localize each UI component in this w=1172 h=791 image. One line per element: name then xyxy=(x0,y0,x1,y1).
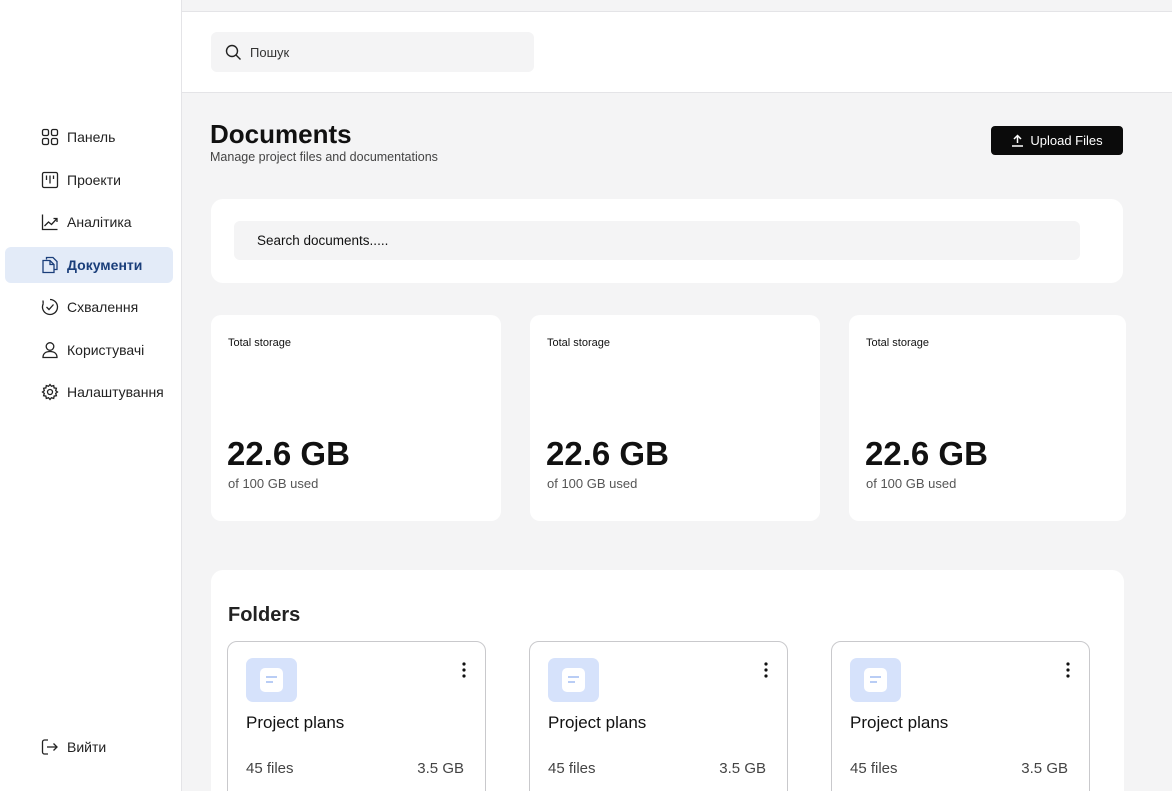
global-search-input[interactable] xyxy=(250,44,500,60)
more-vertical-icon[interactable] xyxy=(758,660,774,680)
folder-card[interactable]: Project plans 45 files 3.5 GB xyxy=(529,641,788,791)
folder-file-icon xyxy=(548,658,599,702)
sidebar-item-projects[interactable]: Проекти xyxy=(5,162,173,198)
user-icon xyxy=(42,341,58,358)
folders-panel: Folders Project plans 45 files 3.5 GB Pr… xyxy=(211,570,1124,791)
upload-icon xyxy=(1012,134,1024,147)
documents-icon xyxy=(42,256,58,273)
folders-title: Folders xyxy=(228,604,301,626)
sidebar-item-settings[interactable]: Налаштування xyxy=(5,374,173,410)
folder-card[interactable]: Project plans 45 files 3.5 GB xyxy=(227,641,486,791)
chart-line-icon xyxy=(41,214,58,231)
folder-name: Project plans xyxy=(246,713,345,732)
logout-label: Вийти xyxy=(67,739,107,755)
folder-file-count: 45 files xyxy=(850,760,898,777)
document-search-card xyxy=(211,199,1123,283)
stat-value: 22.6 GB xyxy=(865,435,988,472)
folder-file-count: 45 files xyxy=(548,760,596,777)
logout-button[interactable]: Вийти xyxy=(41,738,106,756)
stat-subtext: of 100 GB used xyxy=(547,476,638,491)
folder-name: Project plans xyxy=(850,713,949,732)
dashboard-icon xyxy=(41,128,59,146)
gear-icon xyxy=(41,383,59,401)
sidebar-item-dashboard[interactable]: Панель xyxy=(5,119,173,155)
folder-size: 3.5 GB xyxy=(1021,760,1068,777)
upload-files-button[interactable]: Upload Files xyxy=(991,126,1123,155)
storage-stat-card: Total storage 22.6 GB of 100 GB used xyxy=(849,315,1126,521)
sidebar-nav: Панель Проекти Аналітика Документи Схвал… xyxy=(5,119,173,417)
stat-value: 22.6 GB xyxy=(546,435,669,472)
approval-icon xyxy=(41,298,59,316)
document-search-input[interactable] xyxy=(234,221,1080,260)
upload-files-label: Upload Files xyxy=(1030,133,1103,148)
stat-label: Total storage xyxy=(547,337,610,349)
logout-icon xyxy=(41,739,58,755)
folder-file-count: 45 files xyxy=(246,760,294,777)
stat-label: Total storage xyxy=(228,337,291,349)
storage-stat-card: Total storage 22.6 GB of 100 GB used xyxy=(530,315,820,521)
folder-size: 3.5 GB xyxy=(417,760,464,777)
kanban-icon xyxy=(41,171,59,188)
sidebar-item-users[interactable]: Користувачі xyxy=(5,332,173,368)
sidebar: Панель Проекти Аналітика Документи Схвал… xyxy=(0,0,182,791)
sidebar-item-label: Налаштування xyxy=(67,384,164,400)
stat-subtext: of 100 GB used xyxy=(866,476,957,491)
sidebar-item-label: Проекти xyxy=(67,171,121,188)
topbar xyxy=(182,11,1172,93)
sidebar-item-label: Аналітика xyxy=(67,214,132,230)
folder-size: 3.5 GB xyxy=(719,760,766,777)
page-subtitle: Manage project files and documentations xyxy=(210,150,438,164)
sidebar-item-label: Користувачі xyxy=(67,341,145,358)
sidebar-item-documents[interactable]: Документи xyxy=(5,246,173,283)
stat-subtext: of 100 GB used xyxy=(228,476,319,491)
search-icon xyxy=(225,44,241,60)
global-search xyxy=(211,32,534,72)
stat-label: Total storage xyxy=(866,337,929,349)
folder-card[interactable]: Project plans 45 files 3.5 GB xyxy=(831,641,1090,791)
more-vertical-icon[interactable] xyxy=(1060,660,1076,680)
page-title: Documents xyxy=(210,119,352,149)
folder-name: Project plans xyxy=(548,713,647,732)
sidebar-item-label: Панель xyxy=(67,129,116,145)
more-vertical-icon[interactable] xyxy=(456,660,472,680)
folder-file-icon xyxy=(246,658,297,702)
sidebar-item-analytics[interactable]: Аналітика xyxy=(5,204,173,240)
sidebar-item-approvals[interactable]: Схвалення xyxy=(5,289,173,325)
stat-value: 22.6 GB xyxy=(227,435,350,472)
storage-stat-card: Total storage 22.6 GB of 100 GB used xyxy=(211,315,501,521)
folder-file-icon xyxy=(850,658,901,702)
sidebar-item-label: Документи xyxy=(67,256,143,273)
sidebar-item-label: Схвалення xyxy=(67,299,139,315)
